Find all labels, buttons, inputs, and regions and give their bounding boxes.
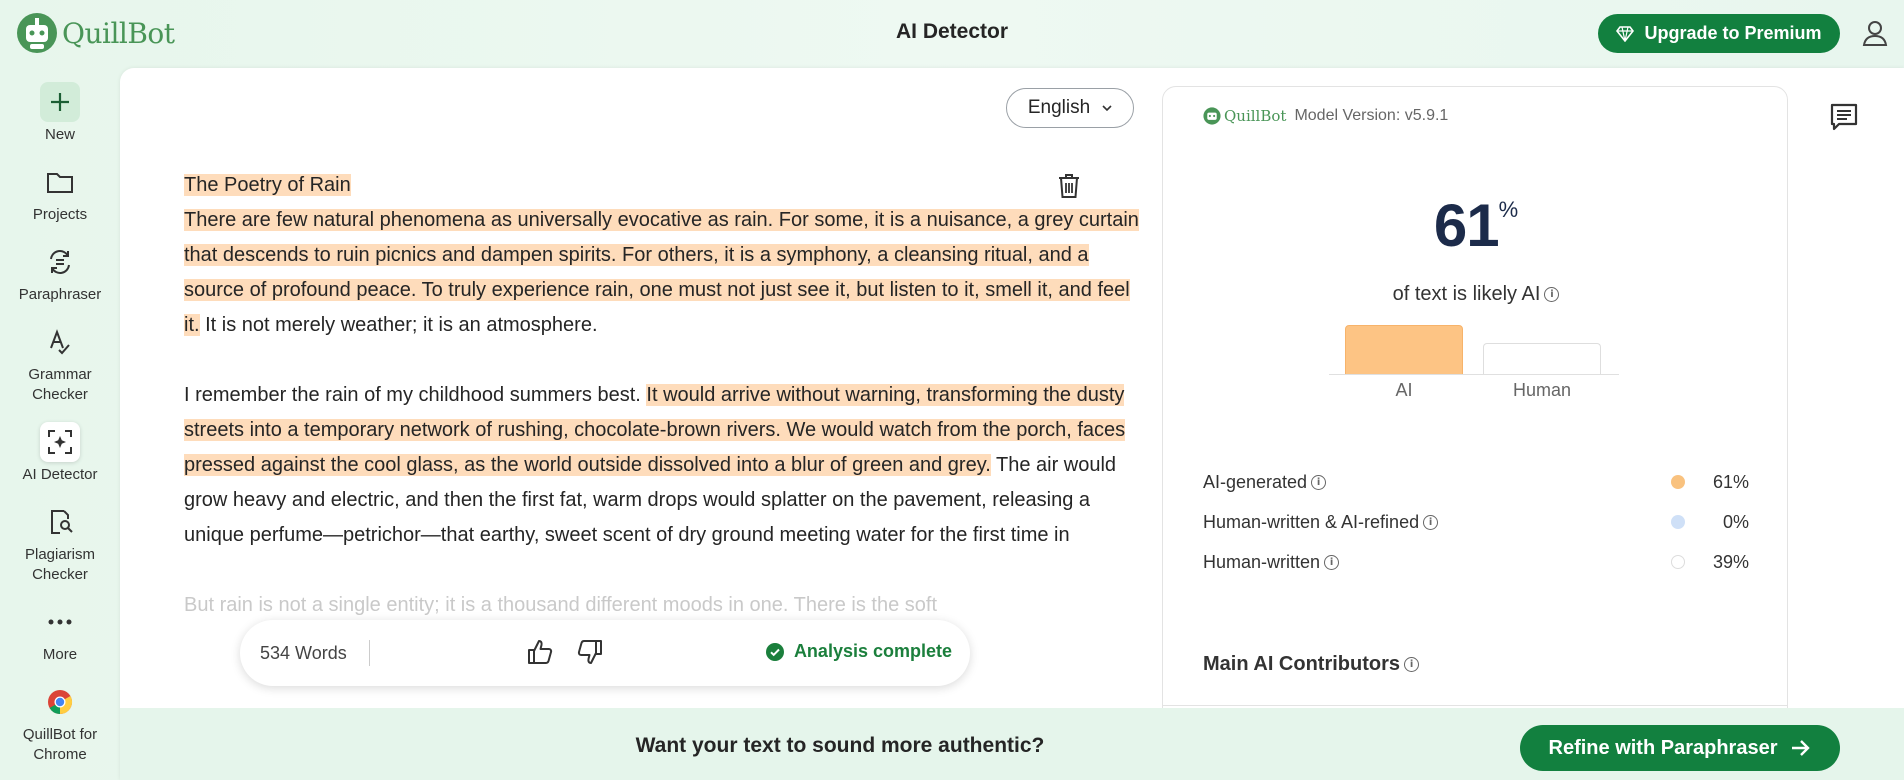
refine-with-paraphraser-button[interactable]: Refine with Paraphraser bbox=[1520, 725, 1840, 771]
check-circle-icon bbox=[765, 642, 784, 661]
document-title: The Poetry of Rain bbox=[184, 174, 351, 196]
analysis-status: Analysis complete bbox=[765, 641, 952, 662]
upgrade-label: Upgrade to Premium bbox=[1644, 23, 1822, 43]
cta-prompt: Want your text to sound more authentic? bbox=[635, 734, 1045, 757]
faded-text: But rain is not a single entity; it is a… bbox=[184, 594, 938, 616]
paragraph-3: But rain is not a single entity; it is a… bbox=[184, 588, 1144, 623]
top-bar: QuillBot AI Detector Upgrade to Premium bbox=[0, 0, 1904, 66]
sidebar-item-label: Projects bbox=[32, 206, 88, 223]
legend-label: Human-written bbox=[1203, 551, 1321, 572]
paraphraser-icon bbox=[40, 242, 80, 282]
sidebar-item-label: Grammar Checker bbox=[28, 366, 92, 403]
language-label: English bbox=[1027, 97, 1091, 118]
sidebar-item-paraphraser[interactable]: Paraphraser bbox=[0, 242, 120, 305]
contributors-title: Main AI Contributors bbox=[1203, 653, 1401, 675]
quillbot-mini-logo: QuillBot bbox=[1203, 107, 1286, 125]
main-workspace: English The Poetry of Rain There are few… bbox=[120, 68, 1904, 780]
sidebar-item-grammar-checker[interactable]: Grammar Checker bbox=[0, 322, 120, 405]
ai-detector-icon bbox=[40, 422, 80, 462]
legend-dot bbox=[1671, 555, 1685, 569]
user-account-icon[interactable] bbox=[1860, 18, 1890, 48]
human-bar bbox=[1483, 343, 1601, 375]
legend-value: 39% bbox=[1712, 551, 1749, 572]
analysis-label: Analysis complete bbox=[793, 641, 952, 661]
sidebar-item-more[interactable]: More bbox=[0, 602, 120, 665]
legend-row-human-ai-refined: Human-written & AI-refined i 0% bbox=[1203, 509, 1749, 535]
ai-score: 61% bbox=[1163, 191, 1789, 260]
info-icon[interactable]: i bbox=[1311, 474, 1327, 490]
language-dropdown[interactable]: English bbox=[1006, 88, 1134, 128]
sidebar-item-projects[interactable]: Projects bbox=[0, 162, 120, 225]
text-editor[interactable]: The Poetry of Rain There are few natural… bbox=[184, 168, 1144, 658]
sidebar-item-plagiarism-checker[interactable]: Plagiarism Checker bbox=[0, 502, 120, 585]
ai-bar-label: AI bbox=[1395, 380, 1413, 400]
sidebar-item-label: Plagiarism Checker bbox=[24, 546, 96, 583]
plain-text: It is not merely weather; it is an atmos… bbox=[199, 314, 598, 336]
quillbot-mini-logo-icon bbox=[1203, 107, 1221, 125]
folder-icon bbox=[40, 162, 80, 202]
legend-label: AI-generated bbox=[1203, 471, 1308, 492]
sidebar-item-new[interactable]: New bbox=[0, 82, 120, 145]
plus-icon bbox=[40, 82, 80, 122]
mini-logo-text: QuillBot bbox=[1224, 107, 1287, 125]
word-count: 534 Words bbox=[260, 640, 370, 666]
legend-row-human-written: Human-written i 39% bbox=[1203, 549, 1749, 575]
model-version: Model Version: v5.9.1 bbox=[1294, 107, 1449, 124]
ai-score-value: 61 bbox=[1433, 192, 1500, 259]
thumbs-down-icon[interactable] bbox=[576, 638, 604, 666]
comment-icon[interactable] bbox=[1829, 102, 1859, 132]
sidebar-item-label: New bbox=[44, 126, 75, 143]
status-bar: 534 Words Analysis complete bbox=[240, 620, 970, 686]
bottom-cta-bar: Want your text to sound more authentic? … bbox=[120, 708, 1904, 780]
paragraph-1: The Poetry of Rain There are few natural… bbox=[184, 168, 1144, 343]
sidebar-item-ai-detector[interactable]: AI Detector bbox=[0, 422, 120, 485]
ai-bar bbox=[1345, 325, 1463, 375]
info-icon[interactable]: i bbox=[1324, 554, 1340, 570]
sidebar-item-label: QuillBot for Chrome bbox=[22, 726, 98, 763]
info-icon[interactable]: i bbox=[1423, 514, 1439, 530]
panel-header: QuillBot Model Version: v5.9.1 bbox=[1203, 107, 1448, 125]
paragraph-2: I remember the rain of my childhood summ… bbox=[184, 378, 1144, 553]
bar-baseline bbox=[1329, 374, 1619, 375]
results-panel: QuillBot Model Version: v5.9.1 61% of te… bbox=[1162, 86, 1788, 726]
more-icon bbox=[40, 602, 80, 642]
info-icon[interactable]: i bbox=[1404, 657, 1420, 672]
chrome-icon bbox=[40, 682, 80, 722]
legend-label: Human-written & AI-refined bbox=[1203, 511, 1420, 532]
plagiarism-icon bbox=[40, 502, 80, 542]
legend-value: 0% bbox=[1722, 511, 1749, 532]
refine-label: Refine with Paraphraser bbox=[1548, 736, 1778, 759]
legend-dot bbox=[1671, 515, 1685, 529]
diamond-icon bbox=[1616, 25, 1635, 42]
legend-row-ai-generated: AI-generated i 61% bbox=[1203, 469, 1749, 495]
sidebar-item-label: Paraphraser bbox=[18, 286, 102, 303]
grammar-icon bbox=[40, 322, 80, 362]
ai-score-percent-symbol: % bbox=[1498, 197, 1519, 222]
legend-dot bbox=[1671, 475, 1685, 489]
sidebar-item-label: AI Detector bbox=[22, 466, 98, 483]
chevron-down-icon bbox=[1102, 105, 1112, 111]
plain-text: I remember the rain of my childhood summ… bbox=[184, 384, 647, 406]
thumbs-up-icon[interactable] bbox=[526, 638, 554, 666]
human-bar-label: Human bbox=[1512, 380, 1572, 400]
score-bar-chart: AI Human bbox=[1329, 287, 1619, 441]
arrow-right-icon bbox=[1792, 740, 1811, 756]
sidebar-item-quillbot-for-chrome[interactable]: QuillBot for Chrome bbox=[0, 682, 120, 765]
upgrade-button[interactable]: Upgrade to Premium bbox=[1598, 14, 1840, 53]
main-ai-contributors-heading: Main AI Contributors i bbox=[1203, 653, 1420, 676]
sidebar: New Projects Paraphraser Grammar Checker… bbox=[0, 66, 120, 780]
legend-value: 61% bbox=[1712, 471, 1749, 492]
feedback-buttons bbox=[526, 638, 604, 666]
sidebar-item-label: More bbox=[42, 646, 78, 663]
